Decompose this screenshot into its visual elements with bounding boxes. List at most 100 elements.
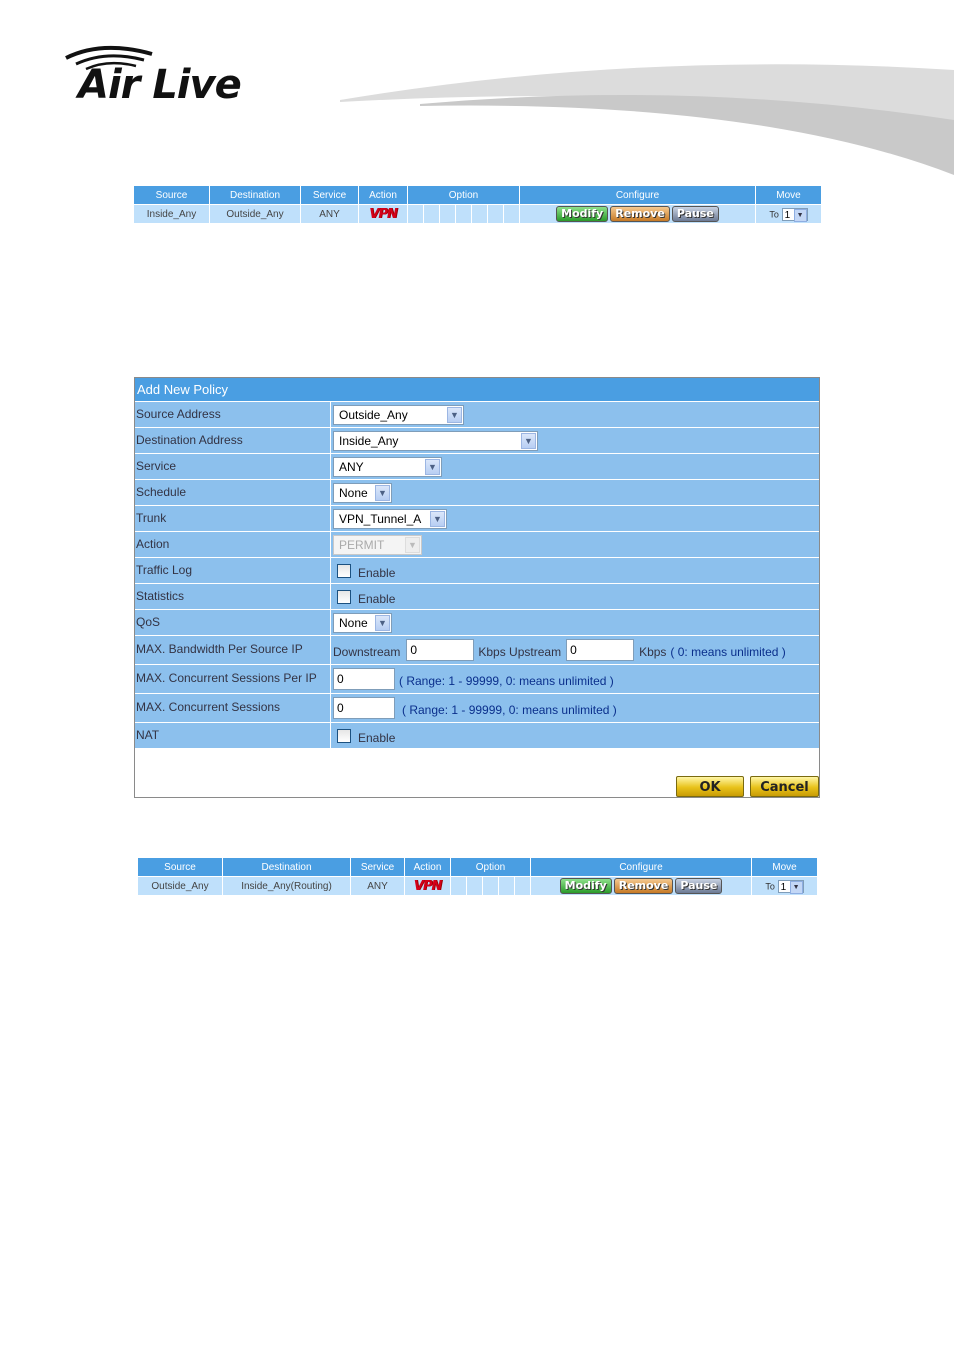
nat-checkbox[interactable] [337,728,351,743]
cell-configure: Modify Remove Pause [530,876,752,896]
cell-destination: Outside_Any [209,204,301,224]
schedule-select[interactable]: None ▼ [333,482,392,503]
source-address-select[interactable]: Outside_Any ▼ [333,404,464,425]
max-sessions-hint: ( Range: 1 - 99999, 0: means unlimited ) [402,703,617,717]
traffic-log-label: Traffic Log [135,558,331,583]
nat-enable-label: Enable [358,731,396,745]
option-cell [455,204,472,224]
upstream-label: Kbps Upstream [478,645,562,659]
col-action: Action [358,185,408,205]
ok-button[interactable]: OK [676,776,744,797]
chevron-down-icon: ▼ [375,614,390,631]
chevron-down-icon: ▼ [789,880,803,894]
qos-label: QoS [135,610,331,635]
col-source: Source [133,185,210,205]
destination-address-select[interactable]: Inside_Any ▼ [333,430,538,451]
cell-source: Inside_Any [133,204,210,224]
downstream-input[interactable]: 0 [406,639,475,661]
action-value: PERMIT [339,537,385,552]
policy-list-table: Source Destination Service Action Option… [137,857,818,896]
service-label: Service [135,454,331,479]
max-sessions-per-ip-hint: ( Range: 1 - 99999, 0: means unlimited ) [399,674,614,688]
destination-address-label: Destination Address [135,428,331,453]
max-sessions-label: MAX. Concurrent Sessions [135,694,331,722]
cell-move: To 1 ▼ [751,876,818,896]
move-select[interactable]: 1 ▼ [781,207,808,222]
col-move: Move [751,857,818,877]
col-configure: Configure [519,185,756,205]
header-swoosh-graphic [340,64,954,175]
row-qos: QoS None ▼ [135,610,819,636]
cell-destination: Inside_Any(Routing) [222,876,351,896]
source-address-label: Source Address [135,402,331,427]
traffic-log-checkbox[interactable] [337,563,351,578]
nat-label: NAT [135,723,331,748]
source-address-value: Outside_Any [339,407,408,422]
action-label: Action [135,532,331,557]
trunk-value: VPN_Tunnel_A [339,511,422,526]
move-select[interactable]: 1 ▼ [777,879,804,894]
modify-button[interactable]: Modify [559,878,612,894]
table-row: Inside_Any Outside_Any ANY VPN Modify Rem… [133,204,822,224]
move-select-value: 1 [780,881,787,893]
chevron-down-icon: ▼ [425,458,440,475]
max-bandwidth-label: MAX. Bandwidth Per Source IP [135,636,331,664]
form-title: Add New Policy [135,378,819,402]
airlive-logo: Air Live [62,42,292,112]
option-cell [498,876,515,896]
chevron-down-icon: ▼ [447,406,462,423]
cancel-button[interactable]: Cancel [750,776,819,797]
option-cell [503,204,520,224]
cell-action: VPN [404,876,451,896]
col-move: Move [755,185,822,205]
statistics-enable-label: Enable [358,592,396,606]
service-select[interactable]: ANY ▼ [333,456,442,477]
pause-button[interactable]: Pause [671,206,719,222]
chevron-down-icon: ▼ [430,510,445,527]
col-source: Source [137,857,223,877]
qos-select[interactable]: None ▼ [333,612,392,633]
vpn-action-icon: VPN [413,878,442,894]
row-statistics: Statistics Enable [135,584,819,610]
qos-value: None [339,615,368,630]
col-destination: Destination [222,857,351,877]
col-destination: Destination [209,185,301,205]
option-cell [482,876,499,896]
option-cell [423,204,440,224]
col-option: Option [407,185,520,205]
option-cell [450,876,467,896]
move-select-value: 1 [784,209,791,221]
max-sessions-per-ip-label: MAX. Concurrent Sessions Per IP [135,665,331,693]
option-cell [466,876,483,896]
remove-button[interactable]: Remove [610,206,670,222]
max-sessions-input[interactable]: 0 [333,697,395,719]
row-action: Action PERMIT ▼ [135,532,819,558]
statistics-label: Statistics [135,584,331,609]
move-to-label: To [765,881,775,891]
cell-action: VPN [358,204,408,224]
traffic-log-enable-label: Enable [358,566,396,580]
brand-name: Air Live [78,62,242,108]
option-cell [487,204,504,224]
option-cell [407,204,424,224]
remove-button[interactable]: Remove [613,878,674,894]
action-select: PERMIT ▼ [333,534,422,555]
option-cell [514,876,531,896]
max-sessions-per-ip-input[interactable]: 0 [333,668,395,690]
schedule-label: Schedule [135,480,331,505]
statistics-checkbox[interactable] [337,589,351,604]
pause-button[interactable]: Pause [675,878,723,894]
col-configure: Configure [530,857,752,877]
row-service: Service ANY ▼ [135,454,819,480]
col-option: Option [450,857,531,877]
trunk-label: Trunk [135,506,331,531]
policy-list-table: Source Destination Service Action Option… [133,185,822,224]
modify-button[interactable]: Modify [556,206,609,222]
cell-source: Outside_Any [137,876,223,896]
table-row: Outside_Any Inside_Any(Routing) ANY VPN … [137,876,818,896]
upstream-input[interactable]: 0 [566,639,635,661]
col-action: Action [404,857,451,877]
row-trunk: Trunk VPN_Tunnel_A ▼ [135,506,819,532]
schedule-value: None [339,485,368,500]
trunk-select[interactable]: VPN_Tunnel_A ▼ [333,508,447,529]
